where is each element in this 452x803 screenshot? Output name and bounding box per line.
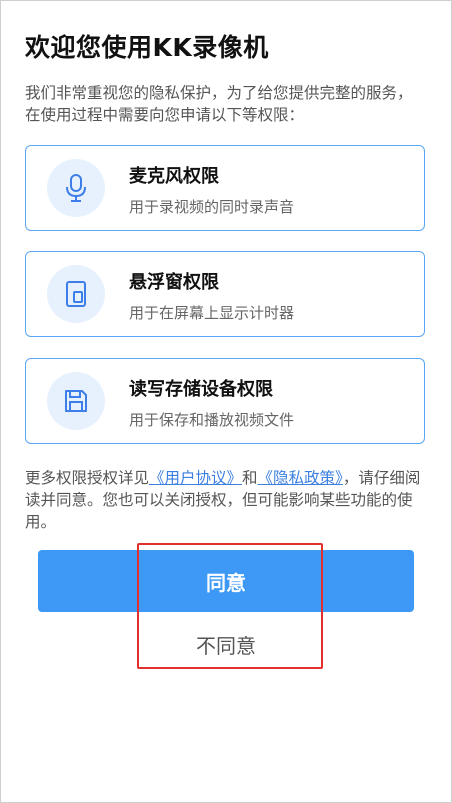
permission-card-microphone: 麦克风权限 用于录视频的同时录声音 bbox=[25, 145, 425, 231]
permission-desc: 用于录视频的同时录声音 bbox=[129, 198, 295, 216]
permission-desc: 用于在屏幕上显示计时器 bbox=[129, 304, 295, 322]
permission-desc: 用于保存和播放视频文件 bbox=[129, 411, 295, 429]
permission-title: 麦克风权限 bbox=[129, 166, 219, 187]
permission-card-floating-window: 悬浮窗权限 用于在屏幕上显示计时器 bbox=[25, 251, 425, 337]
agree-button[interactable]: 同意 bbox=[38, 550, 414, 612]
agreement-notice: 更多权限授权详见《用户协议》和《隐私政策》，请仔细阅读并同意。您也可以关闭授权，… bbox=[25, 467, 427, 533]
permission-title: 读写存储设备权限 bbox=[129, 379, 273, 400]
permission-title: 悬浮窗权限 bbox=[129, 272, 219, 293]
floating-window-icon bbox=[47, 265, 105, 323]
user-agreement-link[interactable]: 《用户协议》 bbox=[149, 469, 242, 487]
permission-card-storage: 读写存储设备权限 用于保存和播放视频文件 bbox=[25, 358, 425, 444]
notice-and: 和 bbox=[242, 469, 258, 487]
save-disk-icon bbox=[47, 372, 105, 430]
disagree-button[interactable]: 不同意 bbox=[38, 620, 414, 668]
dialog-title: 欢迎您使用KK录像机 bbox=[25, 33, 269, 62]
notice-prefix: 更多权限授权详见 bbox=[25, 469, 150, 487]
intro-text: 我们非常重视您的隐私保护，为了给您提供完整的服务，在使用过程中需要向您申请以下等… bbox=[25, 84, 413, 124]
microphone-icon bbox=[47, 159, 105, 217]
privacy-policy-link[interactable]: 《隐私政策》 bbox=[258, 469, 343, 487]
